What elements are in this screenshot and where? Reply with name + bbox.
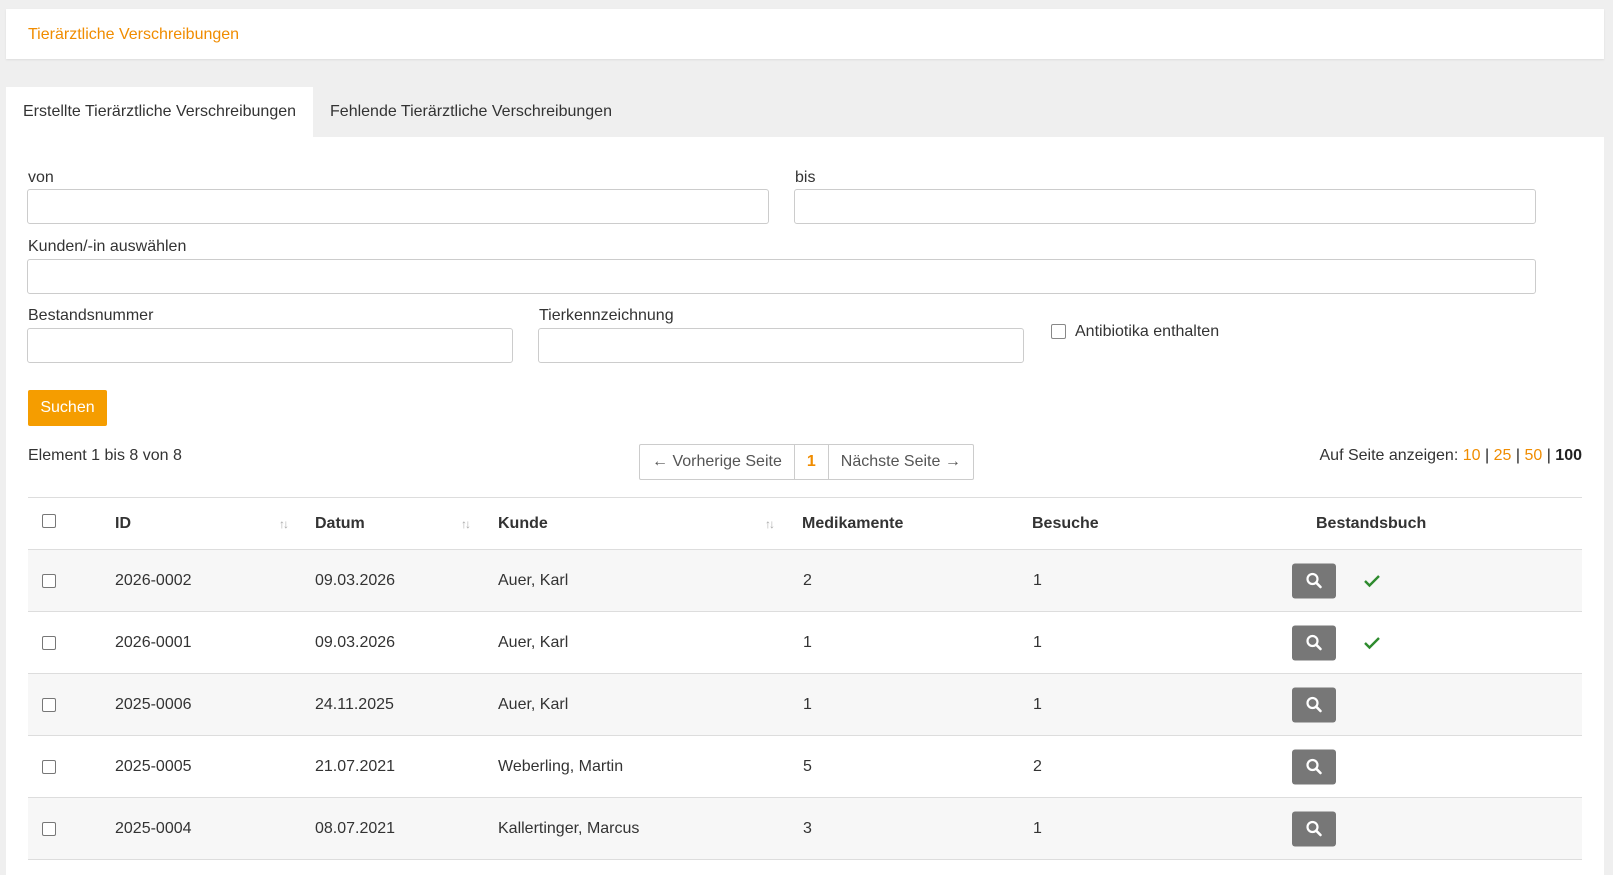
cell-id: 2025-0006 [115,695,192,713]
checkmark-icon [1364,574,1380,587]
table-row: 2026-0002 09.03.2026 Auer, Karl 2 1 [28,550,1582,612]
table-row: 2026-0001 09.03.2026 Auer, Karl 1 1 [28,612,1582,674]
cell-customer: Auer, Karl [498,571,569,589]
customer-label: Kunden/-in auswählen [28,238,187,255]
tab-missing-prescriptions[interactable]: Fehlende Tierärztliche Verschreibungen [313,87,629,137]
next-page-button[interactable]: Nächste Seite → [829,445,973,479]
column-header-customer[interactable]: Kunde [498,515,548,533]
column-header-stockbook: Bestandsbuch [1316,514,1427,532]
table-row: 2025-0005 21.07.2021 Weberling, Martin 5 2 [28,736,1582,798]
search-icon [1306,572,1322,589]
row-checkbox[interactable] [42,573,56,588]
page-title: Tierärztliche Verschreibungen [28,26,240,43]
column-header-medications: Medikamente [802,514,904,532]
per-page-selector: Auf Seite anzeigen: 10 | 25 | 50 | 100 [1319,447,1583,464]
search-icon [1306,758,1322,775]
content-panel: von bis Kunden/-in auswählen Bestandsnum… [6,137,1604,875]
cell-id: 2026-0002 [115,571,192,589]
view-button[interactable] [1292,625,1336,660]
cell-medications: 1 [803,695,812,713]
row-checkbox[interactable] [42,697,56,712]
cell-date: 09.03.2026 [315,571,396,589]
table-row: 2025-0004 08.07.2021 Kallertinger, Marcus 3… [28,798,1582,860]
animal-id-label: Tierkennzeichnung [539,307,674,324]
cell-date: 09.03.2026 [315,633,396,651]
result-count: Element 1 bis 8 von 8 [28,447,182,464]
cell-visits: 1 [1033,695,1042,713]
column-header-visits: Besuche [1032,514,1099,532]
search-icon [1306,820,1322,837]
cell-customer: Auer, Karl [498,633,569,651]
cell-customer: Auer, Karl [498,695,569,713]
cell-id: 2025-0005 [115,757,192,775]
per-page-25[interactable]: 25 [1494,447,1512,464]
view-button[interactable] [1292,749,1336,784]
sort-arrows-icon[interactable]: ↑↓ [461,517,471,531]
row-checkbox[interactable] [42,821,56,836]
sort-arrows-icon[interactable]: ↑↓ [279,517,289,531]
column-header-date[interactable]: Datum [315,515,365,533]
customer-select[interactable] [27,259,1536,294]
view-button[interactable] [1292,563,1336,598]
prescriptions-table: ID ↑↓ Datum ↑↓ Kunde ↑↓ Medikamente Besu… [28,497,1582,860]
per-page-100[interactable]: 100 [1555,447,1582,464]
select-all-checkbox[interactable] [42,514,56,528]
animal-id-input[interactable] [538,328,1024,363]
per-page-50[interactable]: 50 [1524,447,1542,464]
from-date-input[interactable] [27,189,769,224]
cell-visits: 1 [1033,571,1042,589]
to-label: bis [795,169,816,186]
search-button[interactable]: Suchen [28,390,107,426]
cell-medications: 3 [803,819,812,837]
cell-date: 08.07.2021 [315,819,396,837]
row-checkbox[interactable] [42,635,56,650]
to-date-input[interactable] [794,189,1536,224]
view-button[interactable] [1292,811,1336,846]
view-button[interactable] [1292,687,1336,722]
cell-medications: 2 [803,571,812,589]
cell-customer: Weberling, Martin [498,757,624,775]
cell-id: 2026-0001 [115,633,192,651]
stock-number-label: Bestandsnummer [28,307,154,324]
stock-number-input[interactable] [27,328,513,363]
search-icon [1306,634,1322,651]
page-1-button[interactable]: 1 [795,445,829,479]
checkmark-icon [1364,636,1380,649]
pagination: ← Vorherige Seite 1 Nächste Seite → [639,444,974,480]
column-header-id[interactable]: ID [115,515,131,533]
per-page-10[interactable]: 10 [1463,447,1481,464]
cell-medications: 5 [803,757,812,775]
cell-visits: 1 [1033,819,1042,837]
table-header: ID ↑↓ Datum ↑↓ Kunde ↑↓ Medikamente Besu… [28,498,1582,550]
from-label: von [28,169,54,186]
cell-customer: Kallertinger, Marcus [498,819,640,837]
cell-medications: 1 [803,633,812,651]
cell-visits: 2 [1033,757,1042,775]
page-header: Tierärztliche Verschreibungen [6,9,1604,59]
cell-visits: 1 [1033,633,1042,651]
cell-date: 24.11.2025 [315,695,394,713]
sort-arrows-icon[interactable]: ↑↓ [765,517,775,531]
cell-date: 21.07.2021 [315,757,396,775]
previous-page-button[interactable]: ← Vorherige Seite [640,445,795,479]
tab-bar: Erstellte Tierärztliche Verschreibungen … [6,87,629,137]
per-page-label: Auf Seite anzeigen: [1319,447,1459,464]
tab-created-prescriptions[interactable]: Erstellte Tierärztliche Verschreibungen [6,87,314,137]
antibiotics-checkbox[interactable] [1051,324,1066,339]
cell-id: 2025-0004 [115,819,192,837]
antibiotics-label: Antibiotika enthalten [1075,323,1220,340]
table-row: 2025-0006 24.11.2025 Auer, Karl 1 1 [28,674,1582,736]
search-icon [1306,696,1322,713]
row-checkbox[interactable] [42,759,56,774]
table-body: 2026-0002 09.03.2026 Auer, Karl 2 1 2026-0001… [28,550,1582,860]
